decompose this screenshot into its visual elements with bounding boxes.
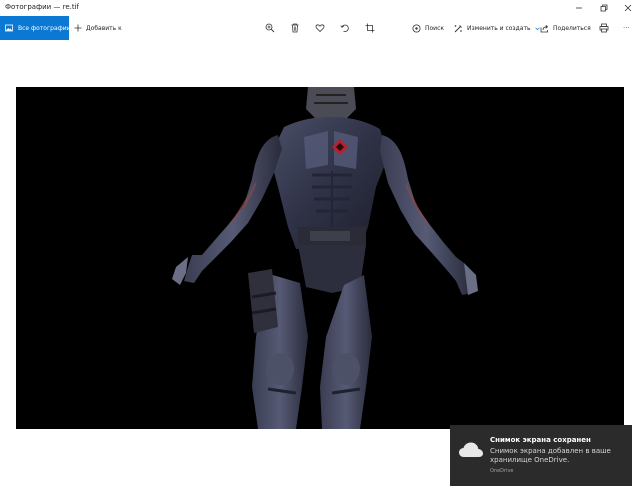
- zoom-icon: [265, 23, 275, 33]
- favorite-button[interactable]: [314, 22, 326, 34]
- toast-body: Снимок экрана добавлен в ваше хранилище …: [490, 447, 611, 464]
- search-icon: [412, 24, 421, 32]
- search-button[interactable]: Поиск: [412, 16, 444, 40]
- all-photos-button[interactable]: Все фотографии: [0, 16, 71, 40]
- armored-character-render: [172, 87, 478, 429]
- add-to-button[interactable]: Добавить к: [74, 16, 122, 40]
- cloud-icon: [459, 442, 483, 457]
- rotate-button[interactable]: [339, 22, 351, 34]
- share-label: Поделиться: [553, 24, 591, 32]
- edit-create-icon: [454, 24, 462, 32]
- edit-create-button[interactable]: Изменить и создать: [454, 16, 541, 40]
- restore-icon: [600, 4, 608, 12]
- crop-button[interactable]: [364, 22, 376, 34]
- minimize-button[interactable]: [567, 0, 591, 16]
- heart-icon: [315, 24, 325, 33]
- toolbar: Все фотографии Добавить к Поиск Изменить…: [0, 16, 640, 40]
- photos-icon: [5, 24, 13, 32]
- all-photos-label: Все фотографии: [18, 24, 71, 32]
- edit-create-label: Изменить и создать: [467, 24, 531, 32]
- crop-icon: [365, 23, 375, 33]
- rotate-icon: [340, 24, 349, 32]
- toast-title: Снимок экрана сохранен: [490, 436, 591, 444]
- title-bar: Фотографии — re.tif: [0, 0, 640, 16]
- window-title: Фотографии — re.tif: [5, 3, 80, 11]
- more-button[interactable]: ···: [623, 16, 630, 40]
- share-icon: [540, 24, 549, 32]
- search-label: Поиск: [425, 24, 445, 32]
- delete-button[interactable]: [289, 22, 301, 34]
- trash-icon: [291, 23, 299, 33]
- image-viewport[interactable]: [16, 87, 624, 429]
- toast-source: OneDrive: [490, 468, 514, 474]
- more-label: ···: [623, 24, 630, 32]
- print-button[interactable]: [598, 22, 610, 34]
- zoom-button[interactable]: [264, 22, 276, 34]
- notification-toast[interactable]: Снимок экрана сохранен Снимок экрана доб…: [450, 425, 632, 486]
- share-button[interactable]: Поделиться: [540, 16, 591, 40]
- restore-button[interactable]: [592, 0, 616, 16]
- close-icon: [624, 4, 632, 12]
- add-to-label: Добавить к: [86, 24, 122, 32]
- close-button[interactable]: [616, 0, 640, 16]
- print-icon: [599, 23, 609, 33]
- minimize-icon: [576, 7, 582, 9]
- plus-icon: [74, 24, 82, 32]
